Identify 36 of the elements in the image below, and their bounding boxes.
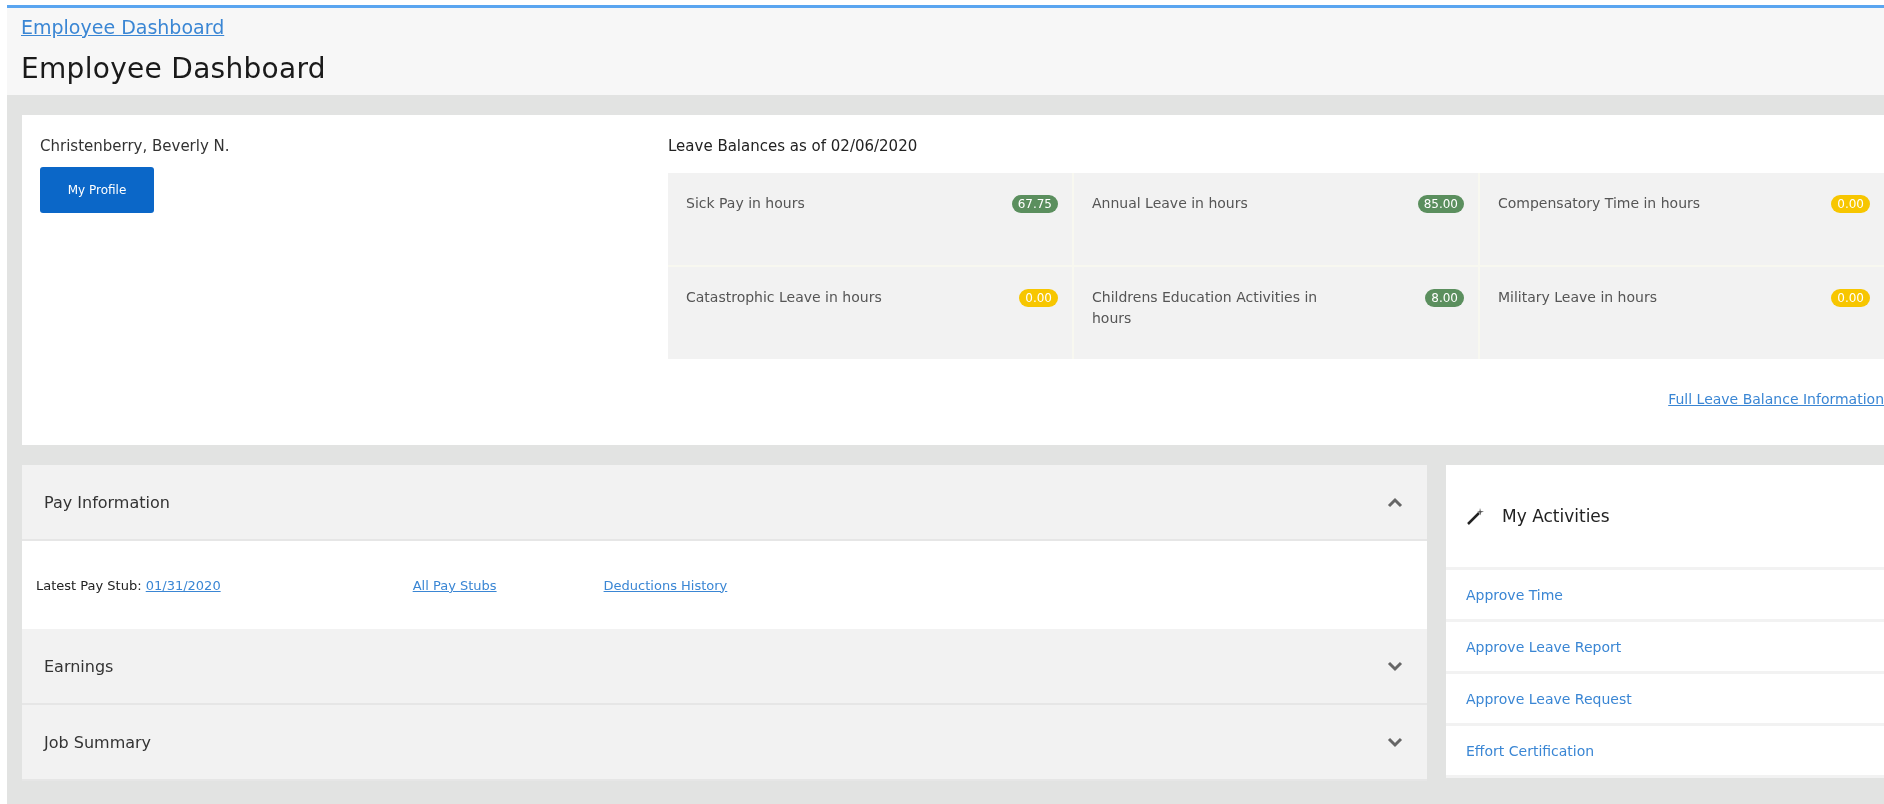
accordion-header[interactable]: Earnings [22, 629, 1427, 705]
chevron-up-icon[interactable] [1387, 496, 1403, 508]
accordion-header[interactable]: Pay Information [22, 465, 1427, 541]
breadcrumb-link[interactable]: Employee Dashboard [21, 16, 225, 38]
balance-badge: 85.00 [1417, 195, 1464, 213]
balance-badge: 0.00 [1831, 195, 1870, 213]
activity-link[interactable]: Effort Certification [1446, 726, 1884, 778]
leave-label: Compensatory Time in hours [1498, 194, 1702, 213]
balance-badge: 8.00 [1425, 289, 1464, 307]
activity-link[interactable]: Approve Time [1446, 570, 1884, 622]
accordion-header[interactable]: Job Summary [22, 705, 1427, 781]
chevron-down-icon[interactable] [1387, 736, 1403, 748]
section-title: Pay Information [44, 492, 170, 512]
pay-stub-label: Latest Pay Stub: [36, 577, 142, 593]
activities-title: My Activities [1502, 506, 1610, 526]
leave-label: Sick Pay in hours [686, 194, 806, 213]
leave-label: Childrens Education Activities in hours [1092, 288, 1319, 328]
leave-label: Catastrophic Leave in hours [686, 288, 883, 307]
leave-balances-title: Leave Balances as of 02/06/2020 [668, 137, 919, 155]
employee-name: Christenberry, Beverly N. [40, 137, 230, 155]
balance-badge: 0.00 [1019, 289, 1058, 307]
balance-badge: 0.00 [1831, 289, 1870, 307]
leave-label: Annual Leave in hours [1092, 194, 1249, 213]
balance-badge: 67.75 [1011, 195, 1058, 213]
my-profile-button[interactable]: My Profile [40, 167, 154, 213]
pay-link[interactable]: All Pay Stubs [412, 577, 497, 593]
leave-label: Military Leave in hours [1498, 288, 1658, 307]
chevron-down-icon[interactable] [1387, 660, 1403, 672]
activity-link[interactable]: Approve Leave Report [1446, 622, 1884, 674]
pay-link[interactable]: Deductions History [603, 577, 728, 593]
section-title: Job Summary [44, 732, 152, 752]
pay-stub-link[interactable]: 01/31/2020 [145, 577, 221, 593]
section-title: Earnings [44, 656, 114, 676]
page-title: Employee Dashboard [21, 52, 326, 85]
full-leave-balance-link[interactable]: Full Leave Balance Information [1668, 391, 1884, 407]
activity-link[interactable]: Approve Leave Request [1446, 674, 1884, 726]
